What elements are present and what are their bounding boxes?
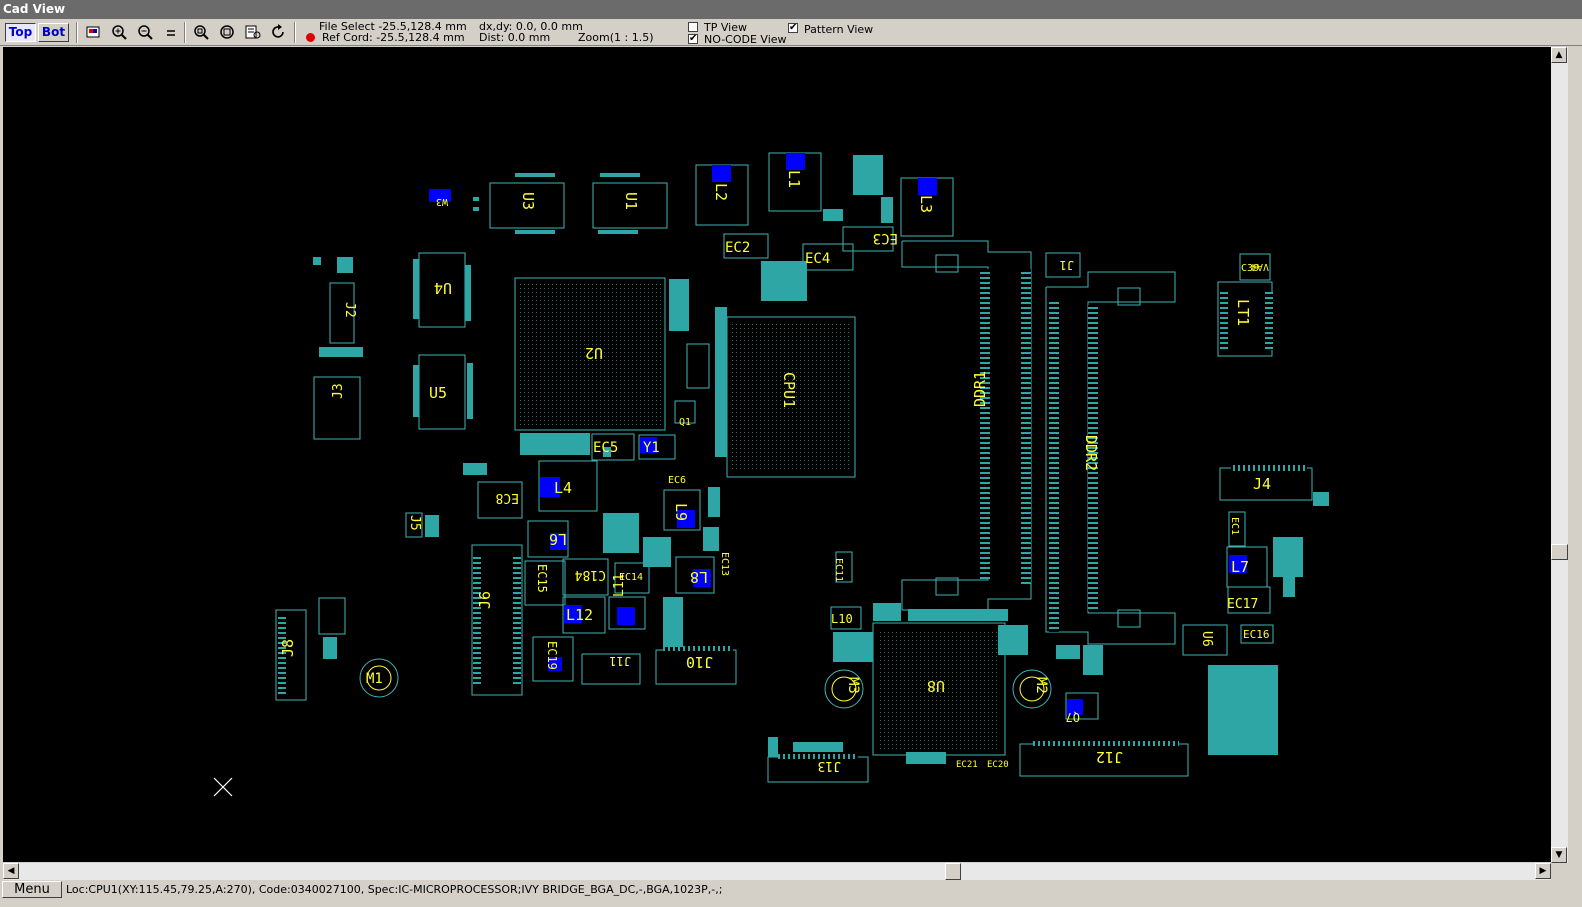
label-L9[interactable]: L9 (672, 503, 690, 521)
label-J4[interactable]: J4 (1253, 475, 1271, 493)
toolbar: Top Bot File Select -25.5,128.4 mm Ref C… (0, 19, 1582, 46)
label-EC21[interactable]: EC21 (956, 760, 978, 770)
label-EC2[interactable]: EC2 (725, 240, 750, 256)
label-J1[interactable]: J1 (1060, 258, 1074, 272)
label-J3[interactable]: J3 (331, 383, 346, 399)
label-L2[interactable]: L2 (712, 183, 730, 201)
label-U1[interactable]: U1 (622, 192, 640, 210)
label-CPU1[interactable]: CPU1 (780, 372, 798, 408)
top-view-button[interactable]: Top (5, 23, 36, 42)
label-J8[interactable]: J8 (279, 639, 297, 657)
label-J12[interactable]: J12 (1096, 748, 1123, 766)
label-L8[interactable]: L8 (690, 568, 708, 586)
zoom-window-icon[interactable] (216, 23, 238, 42)
label-VA4[interactable]: VA4 (1251, 261, 1269, 272)
nocode-view-checkbox[interactable]: ✔ (688, 34, 698, 44)
label-J6[interactable]: J6 (476, 591, 494, 609)
label-EC14[interactable]: EC14 (619, 572, 643, 583)
nocode-view-label: NO-CODE View (704, 33, 787, 46)
toolbar-separator (184, 22, 186, 43)
status-bar: Menu Loc:CPU1(XY:115.45,79.25,A:270), Co… (0, 880, 1582, 899)
label-L10[interactable]: L10 (831, 612, 853, 626)
label-Y1[interactable]: Y1 (643, 440, 660, 456)
ref-cord-readout: Ref Cord: -25.5,128.4 mm (322, 31, 465, 44)
window-title: Cad View (0, 0, 1582, 19)
tp-view-label: TP View (704, 21, 747, 34)
label-DDR1[interactable]: DDR1 (971, 371, 989, 407)
zoom-readout: Zoom(1 : 1.5) (578, 31, 654, 44)
zoom-fit-icon[interactable] (190, 23, 212, 42)
tp-view-checkbox[interactable] (688, 22, 698, 32)
label-EC20[interactable]: EC20 (987, 760, 1009, 770)
toolbar-separator (76, 22, 78, 43)
label-J5[interactable]: J5 (407, 515, 422, 531)
label-U2[interactable]: U2 (585, 344, 603, 362)
label-EC4[interactable]: EC4 (805, 251, 830, 267)
label-U6[interactable]: U6 (1199, 631, 1214, 647)
board-layout: U3 U1 L2 L1 L3 U4 U5 J2 J3 U2 CPU1 DDR1 … (213, 152, 1329, 797)
label-EC16[interactable]: EC16 (1243, 628, 1270, 641)
bottom-view-button[interactable]: Bot (38, 23, 69, 42)
label-Q1[interactable]: Q1 (679, 417, 691, 428)
label-U4[interactable]: U4 (434, 279, 452, 297)
label-J2[interactable]: J2 (342, 302, 357, 318)
label-W3[interactable]: W3 (436, 196, 448, 207)
toolbar-separator (294, 22, 296, 43)
label-U5[interactable]: U5 (429, 384, 447, 402)
label-J10[interactable]: J10 (686, 653, 713, 671)
label-L12[interactable]: L12 (566, 606, 593, 624)
label-L1[interactable]: L1 (785, 170, 803, 188)
label-EC19[interactable]: EC19 (545, 641, 559, 670)
scroll-down-icon[interactable]: ▼ (1551, 847, 1567, 863)
label-L6[interactable]: L6 (549, 530, 567, 548)
label-EC13[interactable]: EC13 (719, 552, 730, 576)
equal-zoom-icon[interactable] (160, 23, 182, 42)
zoom-in-icon[interactable] (108, 23, 130, 42)
scroll-up-icon[interactable]: ▲ (1551, 47, 1567, 63)
cad-canvas[interactable]: U3 U1 L2 L1 L3 U4 U5 J2 J3 U2 CPU1 DDR1 … (3, 47, 1551, 862)
window-bottom-edge (0, 899, 1582, 907)
status-text: Loc:CPU1(XY:115.45,79.25,A:270), Code:03… (66, 883, 723, 896)
color-layer-icon[interactable] (82, 23, 104, 42)
label-EC17[interactable]: EC17 (1227, 597, 1258, 612)
label-EC5[interactable]: EC5 (593, 440, 618, 456)
label-Q7[interactable]: Q7 (1066, 710, 1080, 724)
pattern-view-label: Pattern View (804, 23, 874, 36)
pattern-view-checkbox[interactable]: ✔ (788, 23, 798, 33)
label-U3[interactable]: U3 (519, 192, 537, 210)
label-EC11[interactable]: EC11 (833, 558, 844, 582)
menu-button[interactable]: Menu (2, 881, 62, 898)
scroll-right-icon[interactable]: ▶ (1535, 863, 1551, 879)
label-M3[interactable]: M3 (845, 677, 861, 694)
horizontal-scrollbar[interactable]: ◀ ▶ (3, 863, 1551, 880)
find-part-icon[interactable] (242, 23, 264, 42)
ref-marker-icon (306, 33, 315, 42)
label-LT1[interactable]: LT1 (1234, 299, 1252, 326)
label-C184[interactable]: C184 (575, 567, 606, 582)
label-M2[interactable]: M2 (1033, 677, 1049, 694)
label-EC15[interactable]: EC15 (535, 564, 549, 593)
label-J11[interactable]: J11 (609, 654, 631, 668)
zoom-out-icon[interactable] (134, 23, 156, 42)
vertical-scrollbar[interactable]: ▲ ▼ (1551, 47, 1568, 863)
label-M1[interactable]: M1 (366, 671, 383, 687)
label-U8[interactable]: U8 (927, 677, 945, 695)
horizontal-scroll-thumb[interactable] (945, 863, 961, 880)
refresh-icon[interactable] (268, 23, 290, 42)
label-L4[interactable]: L4 (554, 479, 572, 497)
distance-readout: Dist: 0.0 mm (479, 31, 551, 44)
label-L7[interactable]: L7 (1231, 558, 1249, 576)
label-J13[interactable]: J13 (818, 758, 841, 773)
label-EC6[interactable]: EC6 (668, 475, 686, 486)
label-DDR2[interactable]: DDR2 (1082, 435, 1100, 471)
label-EC8[interactable]: EC8 (496, 490, 519, 505)
label-L3[interactable]: L3 (917, 195, 935, 213)
label-EC1[interactable]: EC1 (1229, 517, 1240, 535)
label-EC3[interactable]: EC3 (873, 230, 898, 246)
vertical-scroll-thumb[interactable] (1551, 544, 1568, 560)
scroll-left-icon[interactable]: ◀ (3, 863, 19, 879)
